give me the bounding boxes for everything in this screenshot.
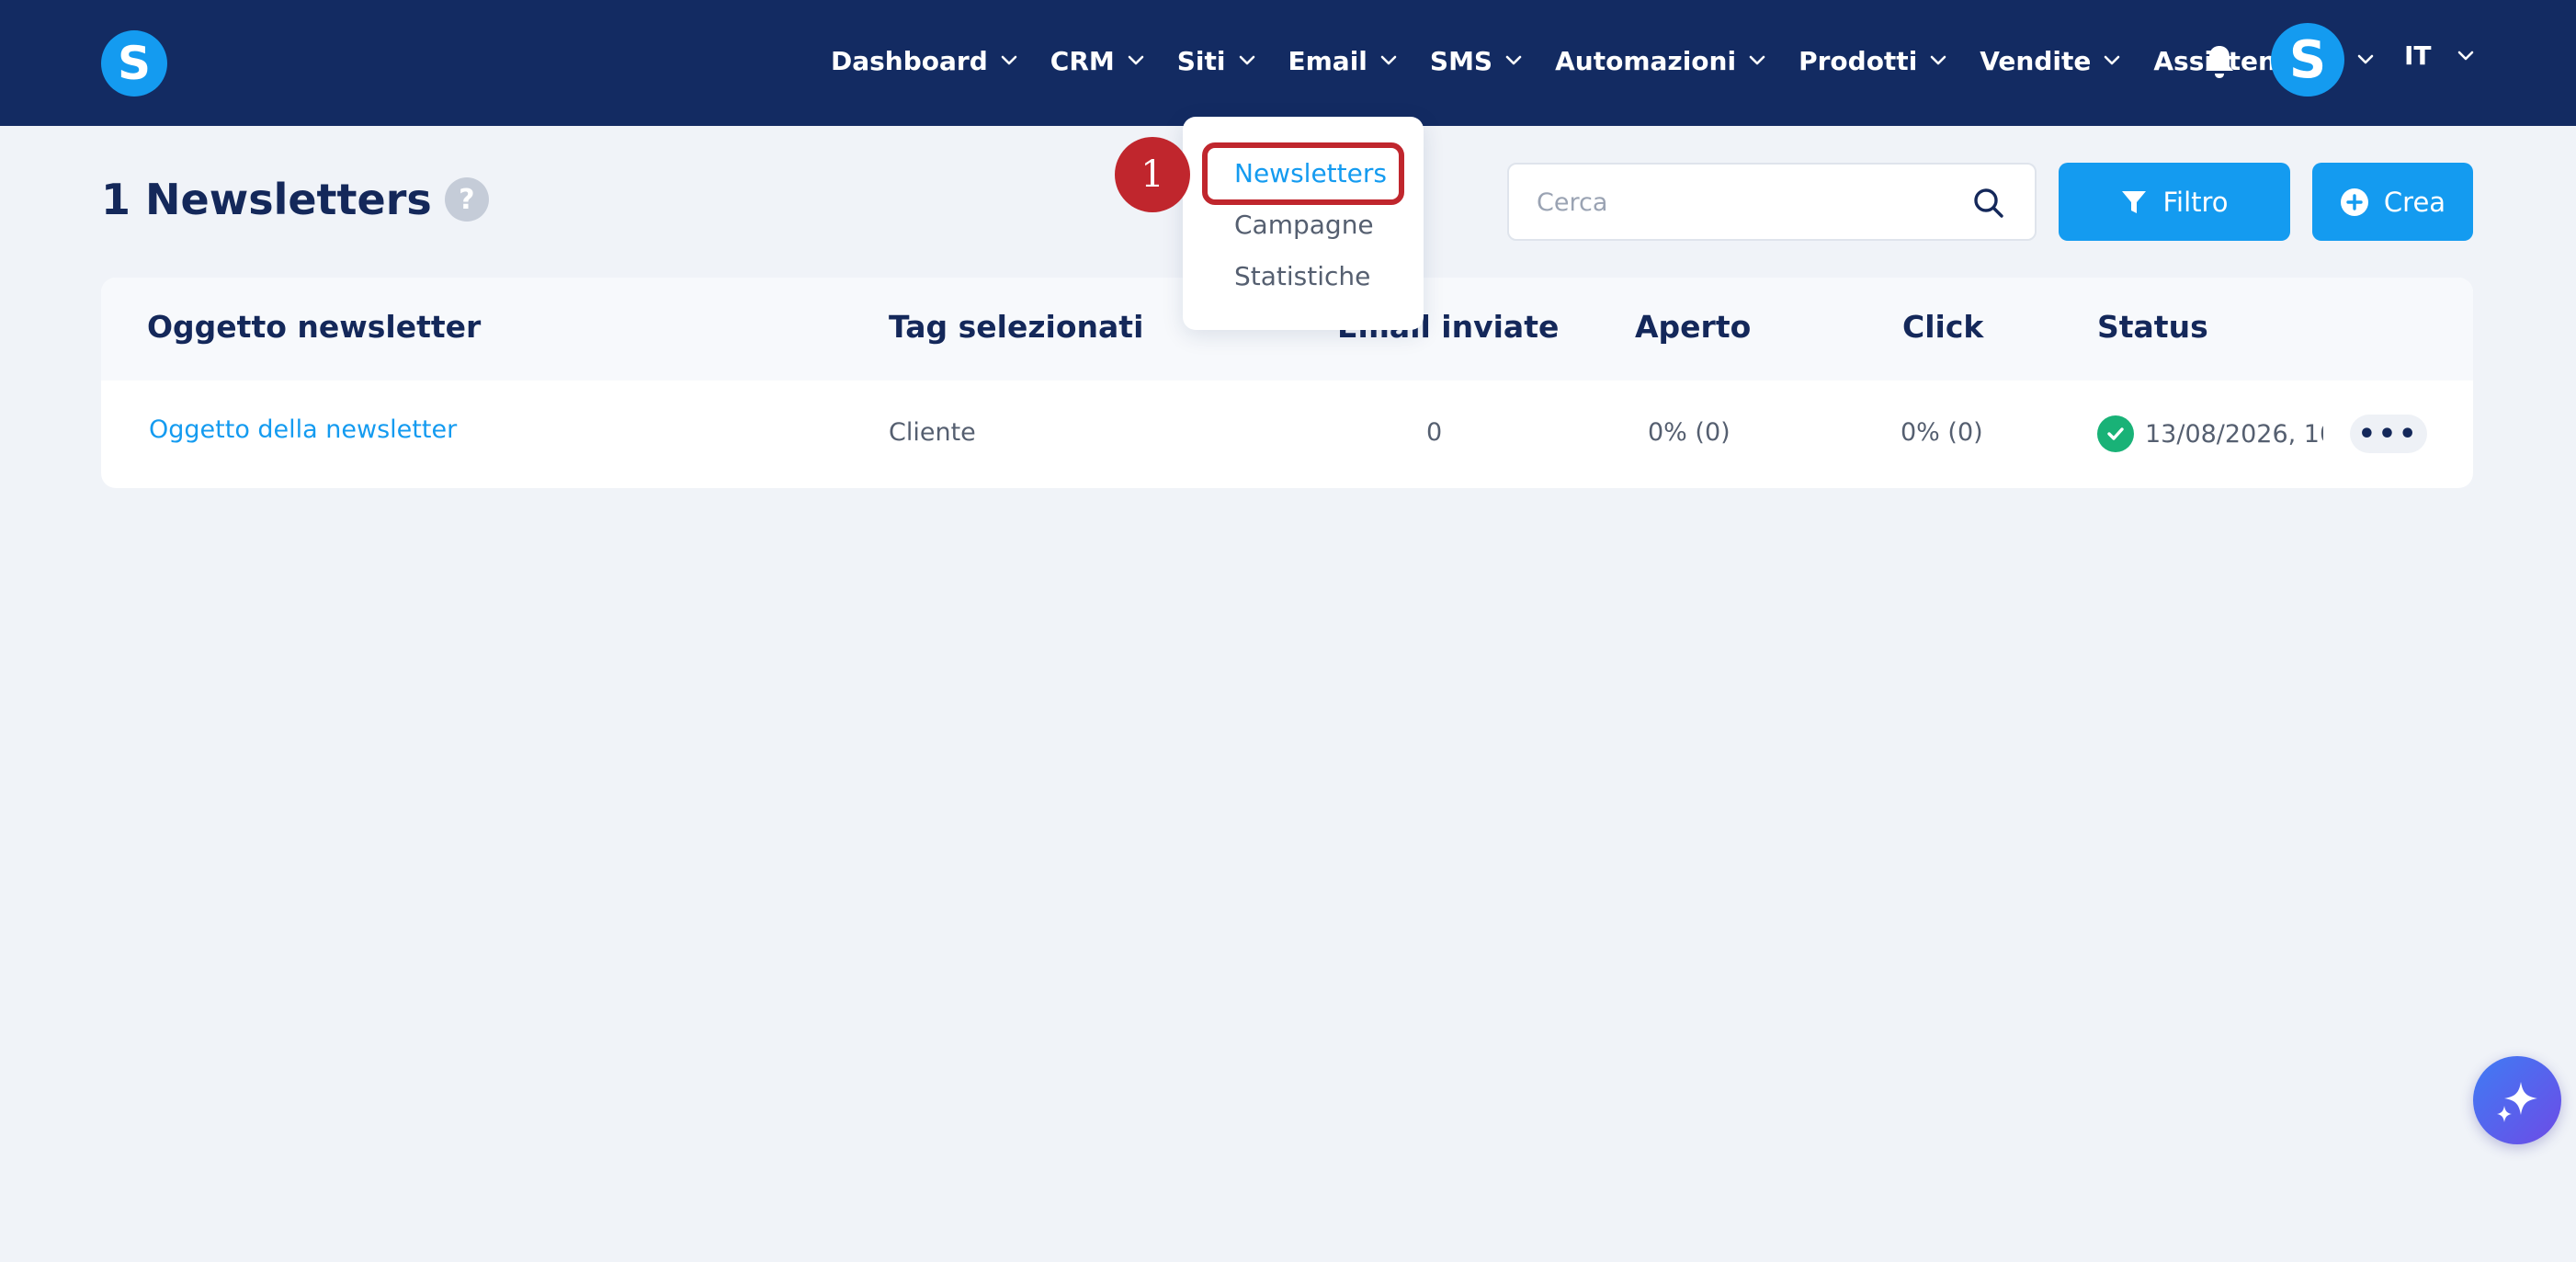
search-box xyxy=(1507,163,2037,241)
row-actions-button[interactable]: ••• xyxy=(2350,415,2427,453)
nav-item-automazioni[interactable]: Automazioni xyxy=(1555,46,1765,76)
app-logo[interactable]: S xyxy=(101,30,167,97)
nav-item-label: Dashboard xyxy=(831,45,988,76)
sent-cell: 0 xyxy=(1426,418,1443,447)
nav-item-label: Vendite xyxy=(1980,45,2092,76)
main-nav: Dashboard CRM Siti Email SMS Automazioni… xyxy=(831,34,2342,87)
ai-assistant-button[interactable] xyxy=(2473,1056,2561,1144)
bell-icon[interactable] xyxy=(2203,43,2236,80)
status-date: 13/08/2026, 10: xyxy=(2145,419,2323,449)
help-icon[interactable]: ? xyxy=(444,177,489,222)
status-cell: 13/08/2026, 10: xyxy=(2097,415,2323,452)
user-avatar[interactable]: S xyxy=(2271,23,2344,97)
clicks-cell: 0% (0) xyxy=(1901,418,1983,447)
nav-item-siti[interactable]: Siti xyxy=(1177,46,1255,76)
check-circle-icon xyxy=(2097,415,2134,452)
filter-button[interactable]: Filtro xyxy=(2059,163,2290,241)
chevron-down-icon xyxy=(1505,55,1522,65)
newsletter-subject-link[interactable]: Oggetto della newsletter xyxy=(149,415,457,444)
column-header-status[interactable]: Status xyxy=(2097,309,2208,345)
sparkle-icon xyxy=(2497,1082,2537,1122)
chevron-down-icon xyxy=(1380,55,1397,65)
nav-item-dashboard[interactable]: Dashboard xyxy=(831,46,1017,76)
nav-item-label: Siti xyxy=(1176,45,1226,76)
chevron-down-icon xyxy=(1239,55,1254,65)
page-title-text: 1 Newsletters xyxy=(101,175,432,224)
language-selector[interactable]: IT xyxy=(2404,40,2474,71)
chevron-down-icon xyxy=(2457,51,2473,60)
opened-cell: 0% (0) xyxy=(1648,418,1731,447)
nav-item-email[interactable]: Email xyxy=(1288,46,1397,76)
nav-item-prodotti[interactable]: Prodotti xyxy=(1799,46,1946,76)
nav-item-label: Automazioni xyxy=(1555,45,1737,76)
top-navigation-bar: S Dashboard CRM Siti Email SMS Automazio… xyxy=(0,0,2576,126)
filter-icon xyxy=(2122,190,2147,213)
filter-button-label: Filtro xyxy=(2162,186,2229,218)
chevron-down-icon xyxy=(2105,55,2120,65)
nav-item-crm[interactable]: CRM xyxy=(1050,46,1144,76)
column-header-tags[interactable]: Tag selezionati xyxy=(889,309,1143,345)
chevron-down-icon[interactable] xyxy=(2357,54,2374,65)
create-button[interactable]: Crea xyxy=(2312,163,2473,241)
search-input[interactable] xyxy=(1537,181,1941,223)
search-icon[interactable] xyxy=(1972,187,2005,220)
chevron-down-icon xyxy=(1001,55,1017,65)
nav-item-label: SMS xyxy=(1429,45,1493,76)
nav-item-label: CRM xyxy=(1050,45,1115,76)
create-button-label: Crea xyxy=(2383,186,2446,218)
annotation-step-badge: 1 xyxy=(1115,137,1190,212)
plus-circle-icon xyxy=(2340,188,2368,216)
column-header-click[interactable]: Click xyxy=(1902,309,1983,345)
column-header-opened[interactable]: Aperto xyxy=(1635,309,1751,345)
chevron-down-icon xyxy=(1128,55,1144,65)
annotation-highlight-box xyxy=(1202,142,1404,205)
nav-item-sms[interactable]: SMS xyxy=(1430,46,1522,76)
nav-item-vendite[interactable]: Vendite xyxy=(1980,46,2120,76)
chevron-down-icon xyxy=(1930,55,1946,65)
page-title: 1 Newsletters ? xyxy=(101,175,489,224)
nav-item-label: Email xyxy=(1288,45,1367,76)
menu-item-campagne[interactable]: Campagne xyxy=(1234,210,1374,240)
nav-item-label: Prodotti xyxy=(1799,45,1918,76)
tags-cell: Cliente xyxy=(889,418,976,447)
chevron-down-icon xyxy=(1749,55,1765,65)
column-header-subject[interactable]: Oggetto newsletter xyxy=(147,309,481,345)
language-label: IT xyxy=(2404,40,2432,71)
menu-item-statistiche[interactable]: Statistiche xyxy=(1234,261,1370,291)
